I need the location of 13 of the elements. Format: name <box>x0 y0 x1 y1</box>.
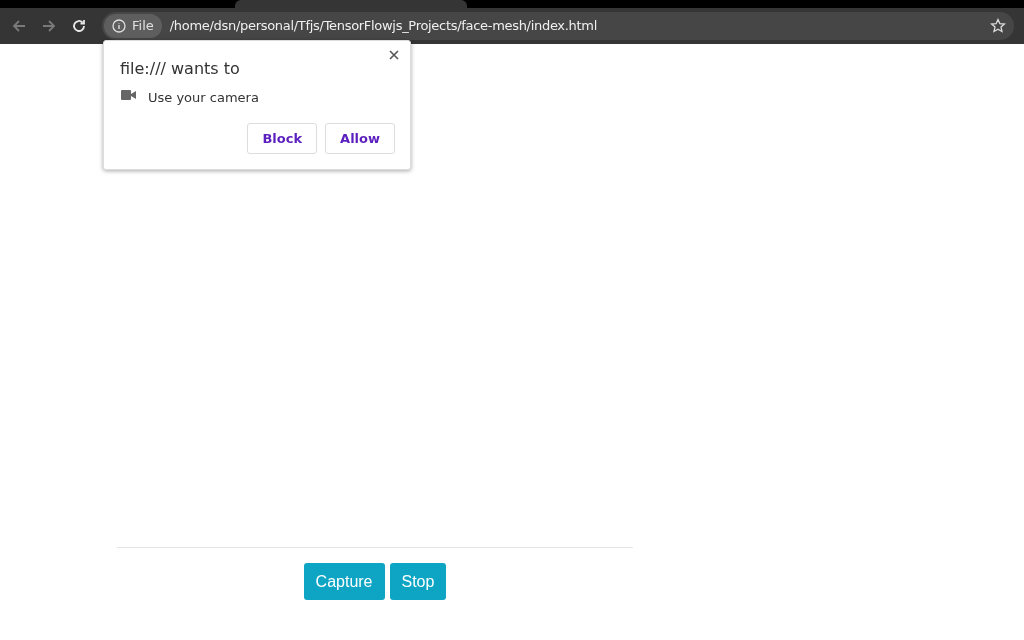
video-camera-icon <box>121 90 136 100</box>
bookmark-star-icon[interactable] <box>990 18 1006 34</box>
popup-title: file:/// wants to <box>120 58 240 80</box>
info-icon <box>112 19 126 33</box>
permission-button[interactable]: Allow <box>325 123 395 154</box>
url-text: /home/dsn/personal/Tfjs/TensorFlowjs_Projects/face-mesh/index.html <box>169 17 597 36</box>
chip-label: File <box>132 17 154 36</box>
reload-icon[interactable] <box>70 17 88 35</box>
address-bar[interactable]: File /home/dsn/personal/Tfjs/TensorFlowjs_Projects/face-mesh/index.html <box>102 12 1014 40</box>
site-info-chip[interactable]: File <box>104 14 162 38</box>
close-icon[interactable] <box>388 49 400 61</box>
permission-button[interactable]: Block <box>247 123 318 154</box>
permission-request: Use your camera <box>148 89 259 107</box>
